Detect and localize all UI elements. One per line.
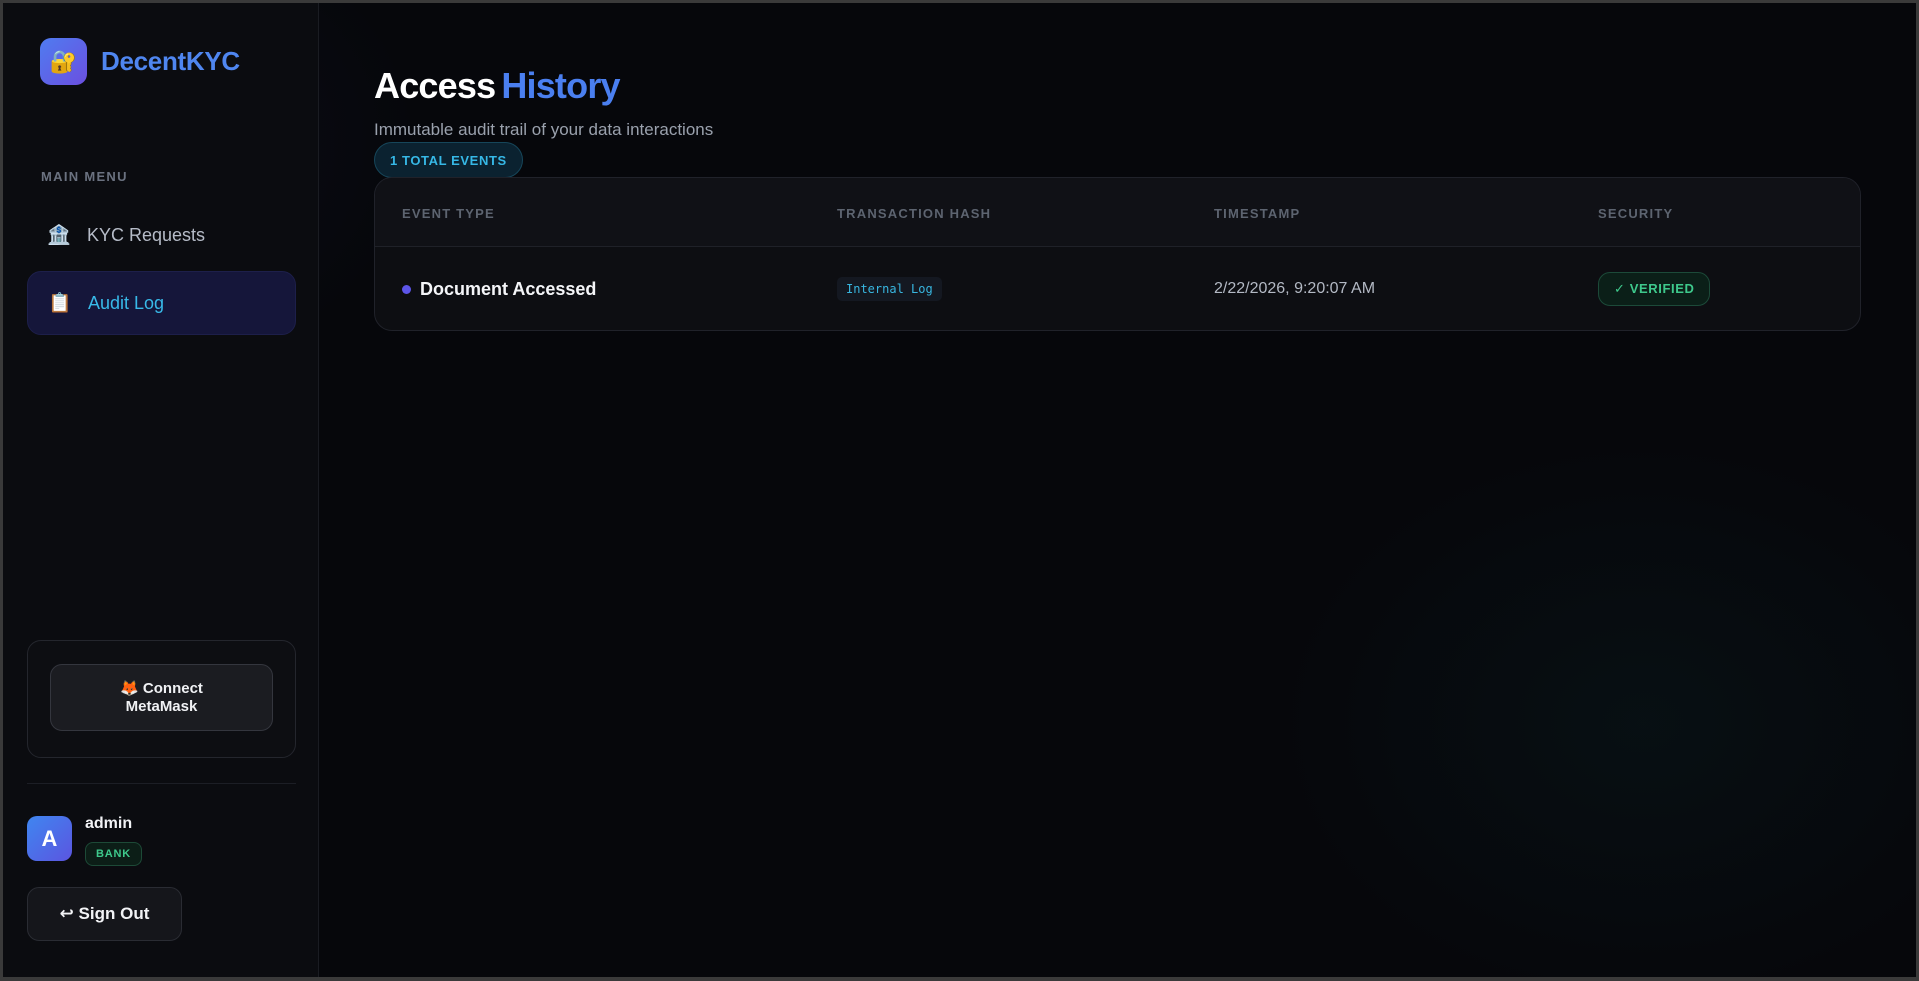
menu-section-label: MAIN MENU: [41, 169, 128, 184]
sidebar-item-kyc-requests[interactable]: 🏦 KYC Requests: [27, 203, 296, 267]
sidebar-item-label: KYC Requests: [87, 224, 206, 245]
page-title: Access History: [374, 65, 621, 107]
sidebar-divider: [27, 783, 296, 784]
app-window: 🔐 DecentKYC MAIN MENU 🏦 KYC Requests 📋 A…: [3, 3, 1916, 977]
verified-badge: ✓ VERIFIED: [1598, 272, 1711, 306]
brand[interactable]: 🔐 DecentKYC: [40, 38, 240, 85]
connect-metamask-label-line2: MetaMask: [125, 697, 198, 715]
bank-icon: 🏦: [47, 224, 71, 246]
column-header-timestamp: TIMESTAMP: [1214, 206, 1301, 221]
main-content: Access History Immutable audit trail of y…: [319, 3, 1916, 977]
transaction-hash-cell: Internal Log: [837, 247, 942, 330]
connect-metamask-label-line1: 🦊 Connect: [120, 679, 203, 697]
page-title-part1: Access: [374, 65, 496, 106]
clipboard-icon: 📋: [48, 292, 72, 314]
audit-table: EVENT TYPE TRANSACTION HASH TIMESTAMP SE…: [374, 177, 1861, 331]
role-badge: BANK: [85, 842, 142, 866]
column-header-transaction-hash: TRANSACTION HASH: [837, 206, 992, 221]
status-dot-icon: [402, 284, 411, 294]
wallet-card: 🦊 Connect MetaMask: [27, 640, 296, 758]
event-type: Document Accessed: [420, 278, 597, 299]
events-count-badge: 1 TOTAL EVENTS: [374, 142, 523, 178]
sidebar: 🔐 DecentKYC MAIN MENU 🏦 KYC Requests 📋 A…: [3, 3, 319, 977]
user-name: admin: [85, 815, 133, 832]
connect-metamask-button[interactable]: 🦊 Connect MetaMask: [50, 664, 273, 731]
page-title-part2: History: [501, 65, 620, 106]
timestamp-cell: 2/22/2026, 9:20:07 AM: [1214, 247, 1376, 330]
page-subtitle: Immutable audit trail of your data inter…: [374, 120, 714, 139]
sidebar-item-label: Audit Log: [88, 292, 165, 313]
lock-icon: 🔐: [40, 38, 87, 85]
event-type-cell: Document Accessed: [402, 247, 597, 330]
transaction-hash[interactable]: Internal Log: [837, 277, 942, 301]
sign-out-button[interactable]: ↩ Sign Out: [27, 887, 182, 941]
avatar: A: [27, 816, 72, 861]
column-header-security: SECURITY: [1598, 206, 1674, 221]
sidebar-item-audit-log[interactable]: 📋 Audit Log: [27, 271, 296, 335]
security-cell: ✓ VERIFIED: [1598, 247, 1711, 330]
table-row[interactable]: Document Accessed Internal Log 2/22/2026…: [375, 247, 1860, 330]
brand-name: DecentKYC: [101, 46, 240, 76]
timestamp: 2/22/2026, 9:20:07 AM: [1214, 280, 1376, 297]
table-header: EVENT TYPE TRANSACTION HASH TIMESTAMP SE…: [375, 178, 1860, 247]
column-header-event-type: EVENT TYPE: [402, 206, 495, 221]
